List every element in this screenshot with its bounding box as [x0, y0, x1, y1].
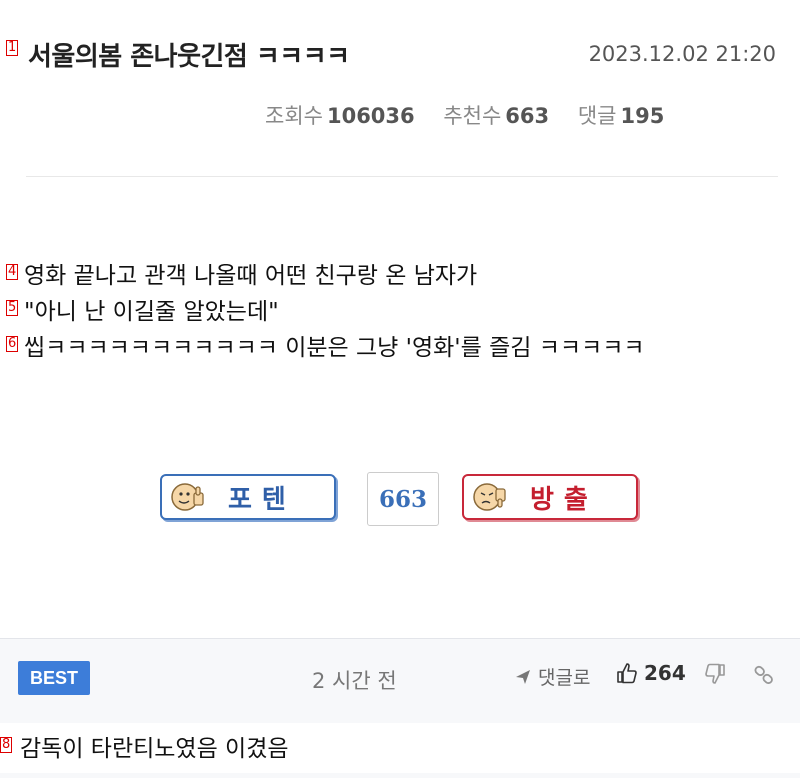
best-badge: BEST [18, 661, 90, 695]
post-line: 4 영화 끝나고 관객 나올때 어떤 친구랑 온 남자가 [6, 256, 786, 292]
line-marker: 8 [0, 737, 13, 753]
thumbs-down-icon [705, 663, 725, 684]
post-line-text: 영화 끝나고 관객 나올때 어떤 친구랑 온 남자가 [24, 263, 478, 289]
recommend-label: 포텐 [228, 484, 296, 515]
reply-link[interactable]: 댓글로 [514, 663, 590, 690]
comments-stat: 댓글 195 [578, 104, 664, 128]
post-line: 6 씹ㅋㅋㅋㅋㅋㅋㅋㅋㅋㅋㅋ 이분은 그냥 '영화'를 즐김 ㅋㅋㅋㅋㅋ [6, 328, 786, 364]
link-icon [754, 665, 773, 684]
post-stats: 조회수 106036 추천수 663 댓글 195 [265, 100, 686, 130]
recommends-label: 추천수 [443, 104, 502, 128]
comments-label: 댓글 [577, 104, 617, 128]
post-title: 서울의봄 존나웃긴점 ㅋㅋㅋㅋ [28, 42, 350, 72]
line-marker: 6 [6, 336, 19, 352]
thumbs-up-face-icon [171, 483, 204, 511]
comment-time: 2 시간 전 [312, 669, 397, 693]
post-line-text: "아니 난 이길줄 알았는데" [24, 299, 279, 325]
comment-body: 8 감독이 타란티노였음 이겼음 [0, 723, 800, 773]
dislike-post-button[interactable]: 방출 [462, 474, 638, 520]
title-row: 1 서울의봄 존나웃긴점 ㅋㅋㅋㅋ 2023.12.02 21:20 [6, 36, 786, 76]
thumbs-up-icon [617, 663, 637, 684]
comment-like-button[interactable]: 264 [616, 661, 686, 685]
post-body: 4 영화 끝나고 관객 나올때 어떤 친구랑 온 남자가 5 "아니 난 이길줄… [6, 256, 786, 364]
views-stat: 조회수 106036 [265, 104, 415, 128]
recommend-button[interactable]: 포텐 [160, 474, 336, 520]
recommends-stat: 추천수 663 [443, 104, 549, 128]
comment-text: 감독이 타란티노였음 이겼음 [20, 736, 289, 762]
comments-count: 195 [620, 104, 665, 128]
line-marker: 1 [6, 40, 19, 56]
vote-area: 포텐 663 방출 [160, 472, 644, 528]
line-marker: 4 [6, 264, 19, 280]
post-line: 5 "아니 난 이길줄 알았는데" [6, 292, 786, 328]
thumbs-down-face-icon [473, 483, 506, 511]
vote-count: 663 [367, 472, 439, 526]
dislike-label: 방출 [530, 484, 598, 515]
reply-label: 댓글로 [538, 667, 591, 689]
post-line-text: 씹ㅋㅋㅋㅋㅋㅋㅋㅋㅋㅋㅋ 이분은 그냥 '영화'를 즐김 ㅋㅋㅋㅋㅋ [24, 335, 645, 361]
views-count: 106036 [326, 104, 415, 128]
post-datetime: 2023.12.02 21:20 [588, 42, 776, 66]
comment-meta: BEST 2 시간 전 댓글로 264 [0, 639, 800, 717]
arrow-icon [516, 669, 530, 684]
header-divider [26, 176, 778, 177]
views-label: 조회수 [265, 104, 323, 128]
post-header: 1 서울의봄 존나웃긴점 ㅋㅋㅋㅋ 2023.12.02 21:20 조회수 10… [0, 0, 800, 180]
line-marker: 5 [6, 300, 19, 316]
comment-like-count: 264 [644, 661, 686, 685]
best-comment: BEST 2 시간 전 댓글로 264 8 감독이 타란티노였음 이겼음 [0, 638, 800, 778]
comment-dislike-button[interactable] [704, 663, 726, 689]
comment-link-button[interactable] [752, 663, 776, 691]
recommends-count: 663 [505, 104, 550, 128]
